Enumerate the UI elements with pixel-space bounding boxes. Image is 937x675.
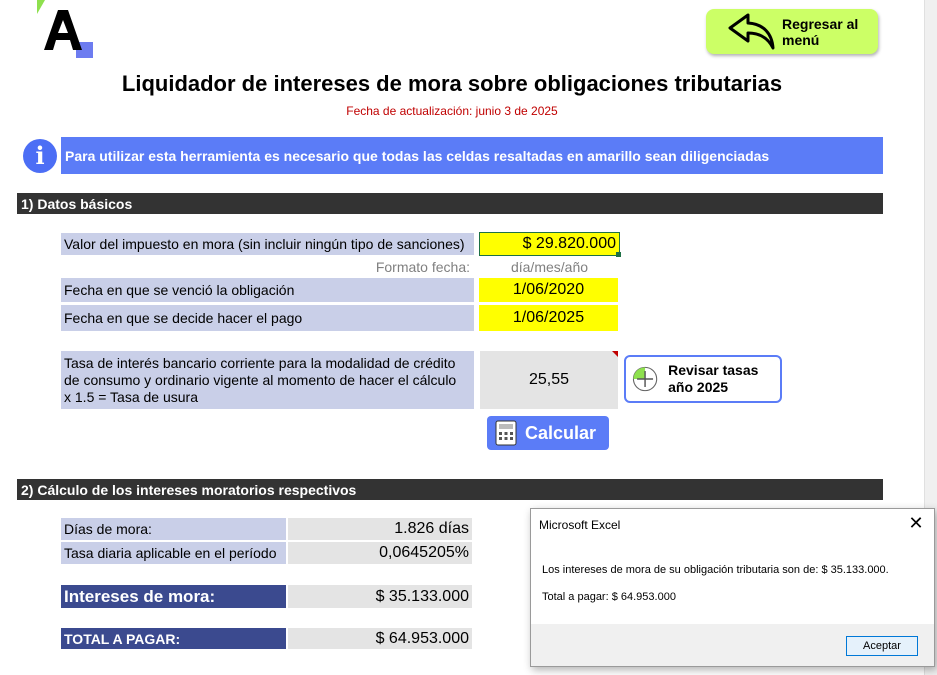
- total-to-pay-label: TOTAL A PAGAR:: [61, 628, 286, 649]
- date-format-value: día/mes/año: [510, 259, 589, 275]
- dialog-title: Microsoft Excel: [539, 518, 621, 532]
- late-interest-label: Intereses de mora:: [61, 585, 286, 608]
- calculator-icon: [495, 420, 517, 446]
- payment-date-input[interactable]: 1/06/2025: [479, 305, 618, 331]
- comment-indicator-icon: [612, 351, 618, 357]
- cell-fill-handle[interactable]: [616, 252, 621, 257]
- undo-arrow-icon: [728, 13, 775, 49]
- plus-circle-icon: [632, 366, 658, 392]
- update-date: Fecha de actualización: junio 3 de 2025: [346, 104, 558, 118]
- due-date-input[interactable]: 1/06/2020: [479, 278, 618, 302]
- days-overdue-label: Días de mora:: [61, 518, 286, 540]
- company-logo: [37, 0, 93, 58]
- accept-button[interactable]: Aceptar: [846, 636, 918, 656]
- date-format-label: Formato fecha:: [375, 259, 470, 275]
- review-rates-label: Revisar tasas año 2025: [668, 362, 759, 395]
- daily-rate-value: 0,0645205%: [288, 542, 472, 564]
- section-calculation-header: 2) Cálculo de los intereses moratorios r…: [17, 479, 883, 500]
- interest-rate-label: Tasa de interés bancario corriente para …: [61, 351, 474, 409]
- tax-value-input[interactable]: $ 29.820.000: [479, 232, 620, 256]
- late-interest-value: $ 35.133.000: [288, 585, 472, 608]
- daily-rate-label: Tasa diaria aplicable en el período: [61, 542, 286, 564]
- review-rates-button[interactable]: Revisar tasas año 2025: [624, 355, 782, 403]
- total-to-pay-value: $ 64.953.000: [288, 628, 472, 649]
- back-to-menu-button[interactable]: Regresar al menú: [706, 9, 878, 54]
- due-date-label: Fecha en que se venció la obligación: [61, 278, 474, 302]
- days-overdue-value: 1.826 días: [288, 518, 472, 540]
- excel-message-dialog: Microsoft Excel ✕ Los intereses de mora …: [530, 508, 935, 667]
- dialog-message-interest: Los intereses de mora de su obligación t…: [542, 564, 889, 576]
- dialog-message-total: Total a pagar: $ 64.953.000: [542, 591, 676, 603]
- back-button-label: Regresar al menú: [782, 15, 859, 48]
- page-title: Liquidador de intereses de mora sobre ob…: [121, 71, 783, 96]
- info-banner: Para utilizar esta herramienta es necesa…: [61, 137, 883, 174]
- payment-date-label: Fecha en que se decide hacer el pago: [61, 305, 474, 331]
- interest-rate-value[interactable]: 25,55: [480, 351, 618, 409]
- info-icon: i: [23, 139, 57, 173]
- calculate-label: Calcular: [525, 422, 597, 443]
- tax-value-label: Valor del impuesto en mora (sin incluir …: [61, 233, 474, 255]
- section-basic-data-header: 1) Datos básicos: [17, 193, 883, 214]
- close-icon[interactable]: ✕: [906, 513, 926, 534]
- calculate-button[interactable]: Calcular: [487, 416, 609, 450]
